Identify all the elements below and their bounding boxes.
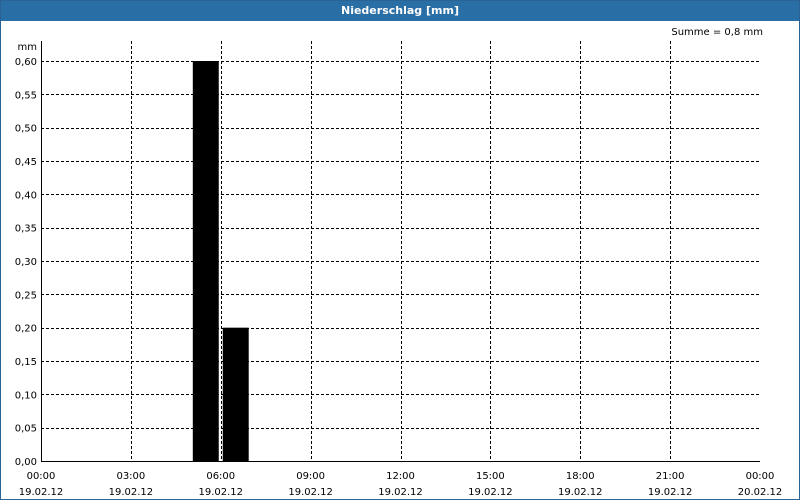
x-tick-time-label: 15:00: [476, 471, 505, 482]
x-tick-time-label: 18:00: [566, 471, 595, 482]
x-tick-date-label: 19.02.12: [198, 487, 243, 498]
x-tick-time-label: 21:00: [656, 471, 685, 482]
y-tick-label: 0,35: [15, 224, 37, 235]
x-tick-date-label: 20.02.12: [738, 487, 783, 498]
x-tick-date-label: 19.02.12: [288, 487, 333, 498]
y-tick-label: 0,05: [15, 424, 37, 435]
y-axis-label: mm: [18, 42, 37, 53]
precipitation-bar: [222, 327, 249, 461]
y-tick-label: 0,15: [15, 357, 37, 368]
y-tick-label: 0,40: [15, 190, 37, 201]
y-tick-label: 0,00: [15, 457, 37, 468]
x-tick-date-label: 19.02.12: [109, 487, 154, 498]
x-tick-date-label: 19.02.12: [468, 487, 513, 498]
y-tick-label: 0,50: [15, 124, 37, 135]
precipitation-bar: [192, 61, 219, 461]
x-tick-date-label: 19.02.12: [558, 487, 603, 498]
y-tick-label: 0,30: [15, 257, 37, 268]
x-tick-date-label: 19.02.12: [648, 487, 693, 498]
precipitation-chart: 0,00 0,05 0,10 0,15 0,20 0,25 0,30 0,35 0,40 0,45…: [15, 41, 783, 498]
x-tick-date-label: 19.02.12: [19, 487, 64, 498]
y-tick-label: 0,20: [15, 324, 37, 335]
y-tick-label: 0,60: [15, 57, 37, 68]
x-tick-time-label: 00:00: [746, 471, 775, 482]
x-tick-date-label: 19.02.12: [378, 487, 423, 498]
x-tick-time-label: 06:00: [206, 471, 235, 482]
y-tick-label: 0,55: [15, 90, 37, 101]
x-tick-time-label: 09:00: [296, 471, 325, 482]
x-tick-time-label: 12:00: [386, 471, 415, 482]
x-tick-time-label: 00:00: [27, 471, 56, 482]
x-tick-time-label: 03:00: [116, 471, 145, 482]
y-tick-label: 0,45: [15, 157, 37, 168]
y-tick-label: 0,25: [15, 290, 37, 301]
y-tick-label: 0,10: [15, 390, 37, 401]
